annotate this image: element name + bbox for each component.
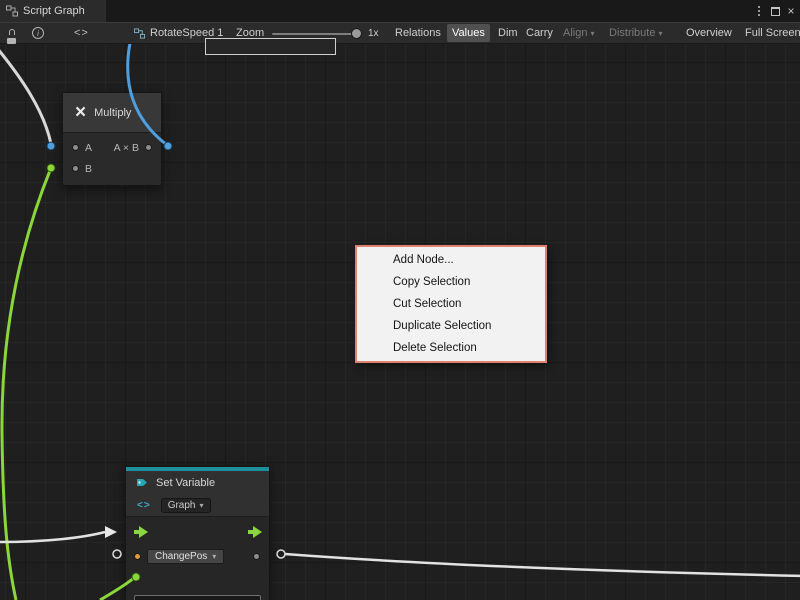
titlebar: Script Graph × <box>0 0 800 22</box>
context-menu: Add Node... Copy Selection Cut Selection… <box>355 245 547 363</box>
proxy-circle-left[interactable] <box>113 550 121 558</box>
node-set-variable-body: ChangePos ▾ <box>126 517 269 600</box>
node-title: Set Variable <box>156 477 215 489</box>
close-icon: × <box>787 4 794 18</box>
zoom-value: 1x <box>368 23 379 43</box>
script-graph-icon <box>134 28 145 39</box>
toolbar-button-distribute[interactable]: Distribute ▾ <box>604 24 667 42</box>
zoom-slider-track[interactable] <box>272 33 356 35</box>
maximize-button[interactable] <box>767 0 783 22</box>
flow-port-row <box>126 521 269 545</box>
script-graph-window: Script Graph × i <> <box>0 0 800 600</box>
toolbar-button-align[interactable]: Align ▾ <box>558 24 599 42</box>
toolbar-button-relations[interactable]: Relations <box>390 24 446 42</box>
endpoint-blue-a[interactable] <box>47 142 55 150</box>
node-multiply[interactable]: × Multiply A A × B B <box>62 92 162 186</box>
toolbar-button-dim[interactable]: Dim <box>493 24 523 42</box>
toolbar-button-overview[interactable]: Overview <box>681 24 737 42</box>
edit-code-button[interactable]: <> <box>74 23 89 43</box>
toolbar: i <> RotateSpeed 1 Zoom 1x Relations Val… <box>0 22 800 44</box>
lock-button[interactable] <box>7 23 17 43</box>
kebab-menu-icon <box>758 6 760 16</box>
zoom-slider-knob[interactable] <box>351 28 362 39</box>
window-title: Script Graph <box>23 5 85 17</box>
code-icon: <> <box>74 27 89 39</box>
node-set-variable-header[interactable]: Set Variable <box>126 471 269 495</box>
variable-name-dropdown[interactable]: ChangePos ▾ <box>147 549 224 564</box>
port-label-result: A × B <box>114 142 139 154</box>
toolbar-button-values[interactable]: Values <box>447 24 490 42</box>
port-variable-name[interactable] <box>134 553 141 560</box>
chevron-down-icon: ▾ <box>590 29 594 38</box>
chevron-down-icon: ▾ <box>199 501 203 510</box>
chevron-down-icon: ▾ <box>212 552 216 561</box>
value-input-field[interactable] <box>134 595 261 600</box>
port-output-value[interactable] <box>253 553 260 560</box>
graph-canvas[interactable]: × Multiply A A × B B <box>0 44 800 600</box>
info-button[interactable]: i <box>32 23 44 43</box>
menu-item-add-node[interactable]: Add Node... <box>357 249 545 271</box>
port-output-result[interactable] <box>145 144 152 151</box>
lock-icon <box>7 26 17 40</box>
port-label-a: A <box>85 142 92 154</box>
tab-script-graph[interactable]: Script Graph <box>0 0 106 22</box>
menu-item-delete-selection[interactable]: Delete Selection <box>357 337 545 359</box>
port-input-b[interactable] <box>72 165 79 172</box>
info-icon: i <box>32 27 44 39</box>
variable-icon <box>136 477 149 490</box>
wire-flow-in <box>0 532 105 542</box>
node-set-variable-subheader: <> Graph ▾ <box>126 495 269 517</box>
menu-item-duplicate-selection[interactable]: Duplicate Selection <box>357 315 545 337</box>
flow-arrow-incoming-icon <box>105 526 117 538</box>
wire-white-to-multiply-a <box>0 48 51 144</box>
wire-out-right <box>285 554 800 576</box>
port-label-b: B <box>85 163 92 175</box>
node-title: Multiply <box>94 107 131 119</box>
code-icon: <> <box>137 500 151 511</box>
chevron-down-icon: ▾ <box>658 29 662 38</box>
variable-scope-dropdown[interactable]: Graph ▾ <box>161 498 211 513</box>
node-set-variable[interactable]: Set Variable <> Graph ▾ ChangePos ▾ <box>125 466 270 600</box>
floating-panel <box>205 38 336 55</box>
endpoint-green-b[interactable] <box>47 164 55 172</box>
window-menu-button[interactable] <box>751 0 767 22</box>
node-multiply-body: A A × B B <box>63 133 161 185</box>
wire-green-left <box>2 168 51 600</box>
node-multiply-header[interactable]: × Multiply <box>63 93 161 133</box>
port-input-value[interactable] <box>134 575 141 582</box>
graph-icon <box>6 5 18 17</box>
multiply-icon: × <box>75 103 86 122</box>
proxy-circle-right[interactable] <box>277 550 285 558</box>
port-input-a[interactable] <box>72 144 79 151</box>
toolbar-button-fullscreen[interactable]: Full Screen <box>740 24 800 42</box>
endpoint-blue-out[interactable] <box>164 142 172 150</box>
menu-item-cut-selection[interactable]: Cut Selection <box>357 293 545 315</box>
toolbar-button-carry[interactable]: Carry <box>521 24 558 42</box>
close-button[interactable]: × <box>783 0 799 22</box>
maximize-icon <box>771 7 780 16</box>
menu-item-copy-selection[interactable]: Copy Selection <box>357 271 545 293</box>
